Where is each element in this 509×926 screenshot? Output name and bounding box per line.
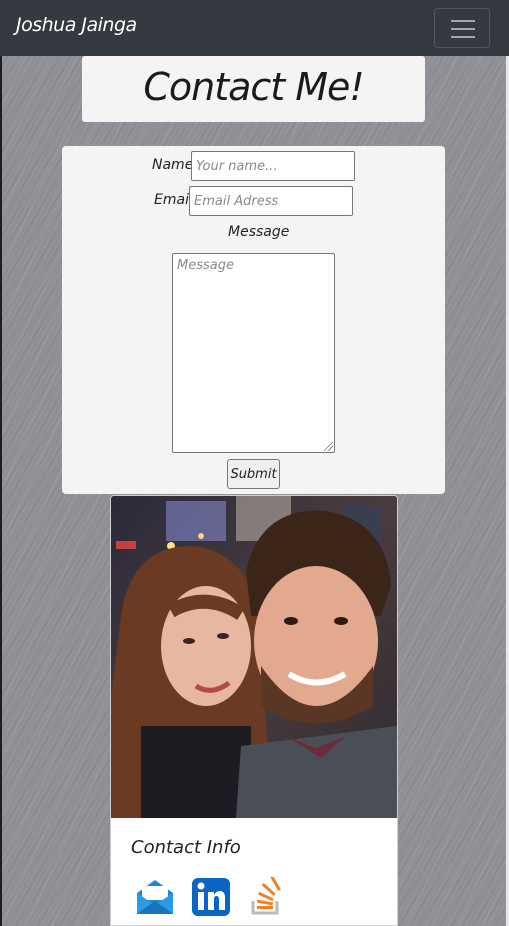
couple-selfie-photo — [111, 496, 397, 818]
title-card: Contact Me! — [82, 56, 425, 122]
email-icon[interactable] — [135, 877, 175, 917]
name-input[interactable] — [191, 151, 355, 181]
email-input[interactable] — [189, 186, 353, 216]
resize-handle[interactable] — [324, 442, 333, 451]
linkedin-icon[interactable] — [191, 877, 231, 917]
email-label: Email — [154, 192, 193, 208]
page-title: Contact Me! — [143, 65, 364, 109]
hamburger-icon — [451, 20, 475, 22]
message-textarea[interactable] — [172, 253, 335, 453]
contact-info-heading: Contact Info — [131, 837, 241, 858]
contact-form: Name Email Message Submit — [62, 146, 445, 494]
stackoverflow-icon[interactable] — [247, 875, 287, 917]
profile-card: Contact Info — [110, 495, 398, 926]
submit-button[interactable]: Submit — [227, 459, 280, 489]
page-edge-left — [0, 56, 2, 926]
navbar-toggle-button[interactable] — [434, 8, 490, 48]
name-label: Name — [152, 157, 194, 173]
message-label: Message — [228, 224, 290, 240]
brand-name[interactable]: Joshua Jainga — [16, 14, 137, 36]
navbar: Joshua Jainga — [0, 0, 509, 56]
